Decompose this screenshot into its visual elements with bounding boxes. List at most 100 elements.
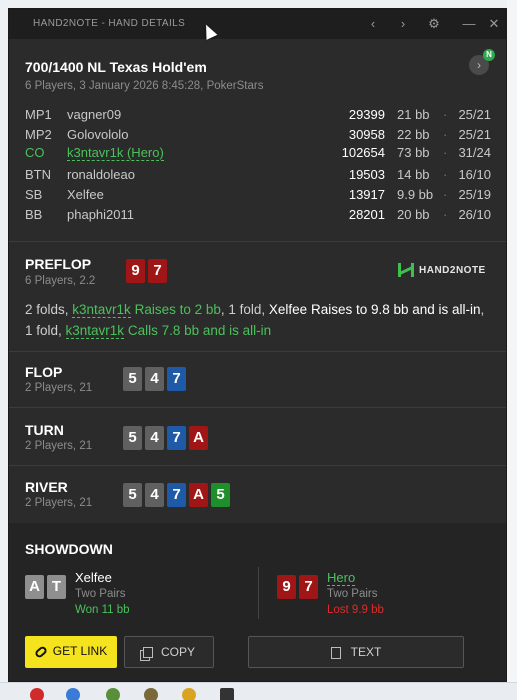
board-card: 5: [123, 367, 142, 391]
hand-title: 700/1400 NL Texas Hold'em: [25, 59, 207, 75]
player-row: BTN ronaldoleao 19503 14 bb · 16/10: [25, 167, 491, 185]
board-card: A: [189, 483, 208, 507]
player-stats: 25/21: [458, 127, 491, 142]
desktop-background-right: [507, 0, 517, 700]
showdown-card: T: [47, 575, 66, 599]
gear-icon[interactable]: ⚙: [426, 16, 442, 32]
showdown-divider: [258, 567, 259, 619]
player-row: MP1 vagner09 29399 21 bb · 25/21: [25, 107, 491, 125]
divider: [9, 241, 506, 242]
player-stack: 13917: [348, 187, 385, 202]
player-name[interactable]: vagner09: [67, 107, 121, 122]
get-link-label: GET LINK: [52, 644, 108, 658]
hand2note-logo-text: HAND2NOTE: [419, 265, 486, 276]
board-card: 7: [167, 426, 186, 450]
hand-details-window: HAND2NOTE - HAND DETAILS ‹ › ⚙ — ✕ 700/1…: [8, 8, 507, 682]
player-stats: 25/19: [458, 187, 491, 202]
action-player-hero[interactable]: k3ntavr1k: [72, 302, 131, 318]
player-stats: 31/24: [458, 145, 491, 160]
hole-card: 9: [126, 259, 145, 283]
showdown-player-name[interactable]: Xelfee: [75, 570, 112, 585]
player-stack-bb: 21 bb: [397, 107, 430, 122]
prev-hand-icon[interactable]: ‹: [365, 16, 381, 32]
flop-subtitle: 2 Players, 21: [25, 382, 93, 394]
player-stack: 102654: [341, 145, 385, 160]
divider: [9, 465, 506, 466]
flop-title: FLOP: [25, 364, 63, 380]
showdown-hand-rank: Two Pairs: [75, 588, 126, 600]
player-position: MP1: [25, 107, 52, 122]
action-text: , 1 fold,: [220, 302, 269, 317]
new-badge: N: [483, 49, 495, 61]
hole-card: 7: [148, 259, 167, 283]
action-text: 2 folds,: [25, 302, 73, 317]
separator-dot: ·: [443, 207, 448, 222]
player-stack-bb: 14 bb: [397, 167, 430, 182]
preflop-title: PREFLOP: [25, 256, 92, 272]
player-position: BB: [25, 207, 43, 222]
board-card: 4: [145, 483, 164, 507]
board-card: 5: [123, 483, 142, 507]
player-stack: 28201: [348, 207, 385, 222]
river-title: RIVER: [25, 479, 68, 495]
title-bar[interactable]: HAND2NOTE - HAND DETAILS ‹ › ⚙ — ✕: [9, 9, 506, 39]
turn-subtitle: 2 Players, 21: [25, 440, 93, 452]
player-stack-bb: 73 bb: [397, 145, 430, 160]
separator-dot: ·: [443, 107, 448, 122]
player-row: MP2 Golovololo 30958 22 bb · 25/21: [25, 127, 491, 145]
river-subtitle: 2 Players, 21: [25, 497, 93, 509]
player-stack-bb: 22 bb: [397, 127, 430, 142]
player-stats: 16/10: [458, 167, 491, 182]
player-stack-bb: 20 bb: [397, 207, 430, 222]
action-player-hero[interactable]: k3ntavr1k: [65, 323, 125, 339]
action-hero-raise: Raises to 2 bb: [130, 302, 221, 317]
separator-dot: ·: [443, 127, 448, 142]
showdown-title: SHOWDOWN: [25, 541, 113, 557]
player-row: BB phaphi2011 28201 20 bb · 26/10: [25, 207, 491, 225]
hand-subtitle: 6 Players, 3 January 2026 8:45:28, Poker…: [25, 80, 264, 92]
showdown-result-lost: Lost 9.9 bb: [327, 604, 384, 616]
player-position: BTN: [25, 167, 51, 182]
player-name[interactable]: Xelfee: [67, 187, 104, 202]
taskbar: [0, 682, 517, 700]
showdown-hero-name[interactable]: Hero: [327, 570, 356, 586]
player-name[interactable]: k3ntavr1k (Hero): [67, 145, 164, 161]
copy-button[interactable]: COPY: [124, 636, 214, 668]
window-title: HAND2NOTE - HAND DETAILS: [33, 18, 186, 29]
close-icon[interactable]: ✕: [486, 16, 502, 32]
taskbar-app-icon[interactable]: [66, 688, 80, 700]
showdown-card: 9: [277, 575, 296, 599]
desktop-background: [0, 0, 8, 700]
showdown-card: A: [25, 575, 44, 599]
action-hero-call: Calls 7.8 bb and is all-in: [124, 323, 272, 338]
preflop-subtitle: 6 Players, 2.2: [25, 275, 96, 287]
document-icon: [330, 646, 341, 659]
copy-icon: [142, 647, 153, 659]
player-stack: 30958: [348, 127, 385, 142]
player-row: SB Xelfee 13917 9.9 bb · 25/19: [25, 187, 491, 205]
divider: [9, 351, 506, 352]
player-name[interactable]: Golovololo: [67, 127, 128, 142]
taskbar-app-icon[interactable]: [30, 688, 44, 700]
taskbar-app-icon[interactable]: [182, 688, 196, 700]
board-card: A: [189, 426, 208, 450]
hand2note-logo-icon: [398, 263, 415, 277]
showdown-card: 7: [299, 575, 318, 599]
divider: [9, 407, 506, 408]
get-link-button[interactable]: GET LINK: [25, 636, 117, 668]
next-hand-icon[interactable]: ›: [395, 16, 411, 32]
separator-dot: ·: [443, 167, 448, 182]
showdown-hand-rank: Two Pairs: [327, 588, 378, 600]
turn-title: TURN: [25, 422, 64, 438]
action-player[interactable]: Xelfee: [269, 302, 307, 317]
minimize-icon[interactable]: —: [461, 16, 477, 32]
text-button[interactable]: TEXT: [248, 636, 464, 668]
taskbar-app-icon[interactable]: [106, 688, 120, 700]
player-position: CO: [25, 145, 45, 160]
showdown-result-won: Won 11 bb: [75, 604, 130, 616]
taskbar-app-icon[interactable]: [144, 688, 158, 700]
player-name[interactable]: ronaldoleao: [67, 167, 135, 182]
taskbar-app-icon[interactable]: [220, 688, 234, 700]
player-name[interactable]: phaphi2011: [67, 207, 134, 222]
board-card: 5: [123, 426, 142, 450]
